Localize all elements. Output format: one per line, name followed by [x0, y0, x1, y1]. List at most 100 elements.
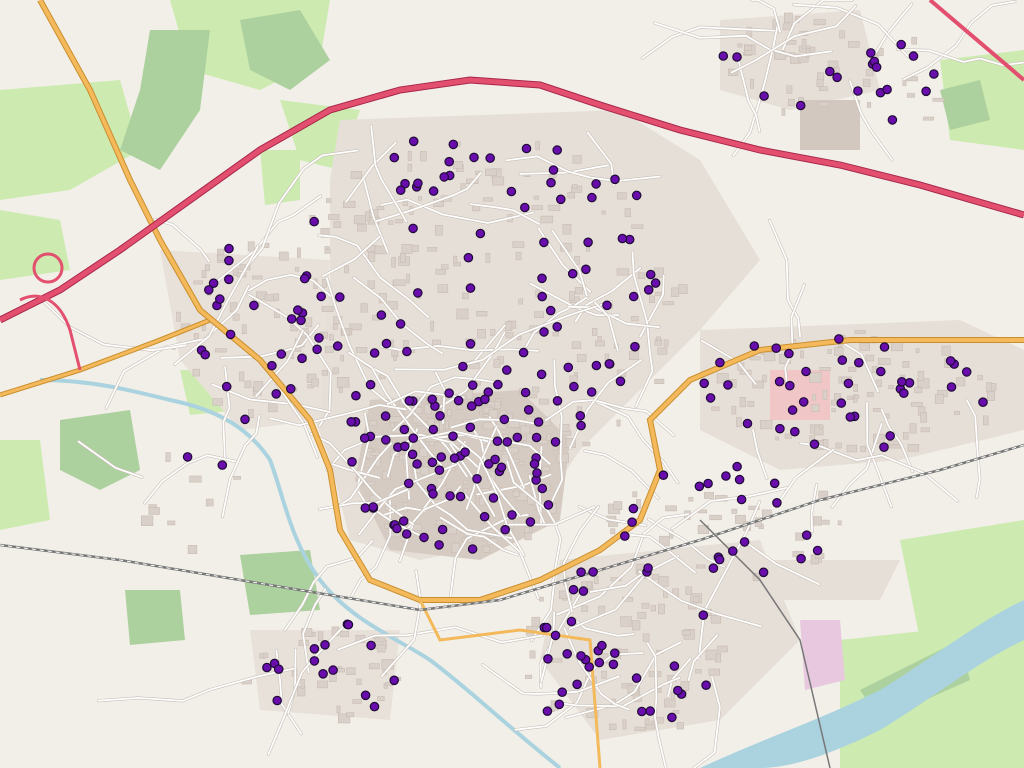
- poi-marker-icon[interactable]: [217, 460, 228, 470]
- poi-marker-icon[interactable]: [502, 437, 513, 447]
- poi-marker-icon[interactable]: [536, 369, 547, 380]
- poi-marker-icon[interactable]: [871, 62, 882, 72]
- poi-marker-icon[interactable]: [714, 554, 725, 565]
- poi-marker-icon[interactable]: [627, 517, 637, 527]
- poi-marker-icon[interactable]: [492, 436, 503, 446]
- poi-marker-icon[interactable]: [576, 567, 586, 577]
- poi-marker-icon[interactable]: [499, 414, 510, 425]
- poi-marker-icon[interactable]: [591, 179, 601, 189]
- poi-marker-icon[interactable]: [896, 39, 906, 50]
- poi-marker-icon[interactable]: [798, 397, 809, 407]
- poi-marker-icon[interactable]: [904, 377, 915, 388]
- poi-marker-icon[interactable]: [490, 454, 500, 465]
- poi-marker-icon[interactable]: [525, 517, 536, 527]
- poi-marker-icon[interactable]: [588, 567, 598, 577]
- poi-marker-icon[interactable]: [739, 537, 750, 547]
- poi-marker-icon[interactable]: [576, 651, 586, 661]
- poi-marker-icon[interactable]: [694, 481, 705, 492]
- poi-marker-icon[interactable]: [224, 274, 234, 285]
- poi-marker-icon[interactable]: [225, 329, 236, 340]
- poi-marker-icon[interactable]: [376, 310, 387, 320]
- poi-marker-icon[interactable]: [523, 404, 534, 415]
- poi-marker-icon[interactable]: [428, 489, 438, 499]
- poi-marker-icon[interactable]: [469, 152, 479, 163]
- poi-marker-icon[interactable]: [698, 610, 709, 620]
- poi-marker-icon[interactable]: [493, 379, 503, 390]
- poi-marker-icon[interactable]: [479, 511, 490, 522]
- poi-marker-icon[interactable]: [389, 675, 399, 686]
- poi-marker-icon[interactable]: [435, 410, 445, 421]
- poi-marker-icon[interactable]: [583, 237, 593, 248]
- poi-marker-icon[interactable]: [908, 51, 919, 61]
- poi-marker-icon[interactable]: [628, 291, 639, 302]
- poi-marker-icon[interactable]: [801, 530, 812, 540]
- poi-marker-icon[interactable]: [369, 348, 380, 358]
- poi-marker-icon[interactable]: [569, 381, 579, 392]
- poi-marker-icon[interactable]: [978, 397, 988, 407]
- poi-marker-icon[interactable]: [215, 294, 225, 304]
- poi-marker-icon[interactable]: [669, 661, 680, 671]
- poi-marker-icon[interactable]: [541, 622, 552, 633]
- poi-marker-icon[interactable]: [272, 695, 282, 706]
- poi-marker-icon[interactable]: [608, 659, 619, 670]
- poi-marker-icon[interactable]: [546, 177, 556, 188]
- poi-marker-icon[interactable]: [224, 255, 234, 266]
- poi-marker-icon[interactable]: [445, 491, 455, 501]
- poi-marker-icon[interactable]: [615, 376, 626, 387]
- poi-marker-icon[interactable]: [787, 405, 798, 415]
- poi-marker-icon[interactable]: [531, 432, 542, 443]
- poi-marker-icon[interactable]: [604, 358, 615, 369]
- poi-marker-icon[interactable]: [845, 412, 856, 422]
- poi-marker-icon[interactable]: [578, 586, 589, 596]
- poi-marker-icon[interactable]: [732, 461, 742, 472]
- poi-marker-icon[interactable]: [812, 545, 823, 556]
- poi-marker-icon[interactable]: [721, 471, 731, 481]
- poi-marker-icon[interactable]: [488, 493, 499, 503]
- poi-marker-icon[interactable]: [843, 378, 854, 389]
- poi-marker-icon[interactable]: [360, 690, 371, 701]
- poi-marker-icon[interactable]: [312, 344, 322, 355]
- poi-marker-icon[interactable]: [945, 356, 956, 366]
- poi-marker-icon[interactable]: [795, 100, 806, 111]
- poi-marker-icon[interactable]: [369, 701, 380, 712]
- poi-marker-icon[interactable]: [434, 540, 444, 550]
- poi-marker-icon[interactable]: [402, 346, 412, 357]
- poi-marker-icon[interactable]: [465, 338, 476, 349]
- poi-marker-icon[interactable]: [453, 395, 464, 406]
- poi-marker-icon[interactable]: [708, 563, 719, 573]
- poi-marker-icon[interactable]: [865, 48, 876, 58]
- poi-marker-icon[interactable]: [555, 194, 566, 205]
- poi-marker-icon[interactable]: [318, 668, 328, 679]
- poi-marker-icon[interactable]: [628, 503, 639, 514]
- poi-marker-icon[interactable]: [898, 388, 909, 398]
- poi-marker-icon[interactable]: [262, 662, 272, 673]
- poi-marker-icon[interactable]: [645, 269, 656, 280]
- poi-marker-icon[interactable]: [408, 433, 419, 443]
- poi-marker-icon[interactable]: [407, 449, 418, 460]
- poi-marker-icon[interactable]: [837, 355, 848, 365]
- poi-marker-icon[interactable]: [467, 544, 478, 554]
- poi-marker-icon[interactable]: [465, 422, 476, 433]
- poi-marker-icon[interactable]: [562, 648, 572, 659]
- poi-marker-icon[interactable]: [412, 288, 423, 298]
- poi-marker-icon[interactable]: [542, 706, 553, 716]
- poi-marker-icon[interactable]: [631, 673, 642, 683]
- poi-marker-icon[interactable]: [643, 563, 653, 573]
- poi-marker-icon[interactable]: [749, 341, 760, 351]
- poi-marker-icon[interactable]: [395, 319, 406, 329]
- poi-marker-icon[interactable]: [550, 437, 561, 447]
- poi-marker-icon[interactable]: [506, 186, 517, 197]
- poi-marker-icon[interactable]: [584, 662, 594, 672]
- poi-marker-icon[interactable]: [408, 223, 418, 234]
- poi-marker-icon[interactable]: [249, 300, 259, 311]
- poi-marker-icon[interactable]: [360, 503, 371, 513]
- poi-marker-icon[interactable]: [449, 453, 460, 463]
- poi-marker-icon[interactable]: [395, 185, 406, 195]
- poi-marker-icon[interactable]: [537, 291, 547, 302]
- poi-marker-icon[interactable]: [545, 305, 556, 316]
- poi-marker-icon[interactable]: [610, 174, 620, 185]
- poi-marker-icon[interactable]: [286, 314, 297, 324]
- poi-marker-icon[interactable]: [368, 502, 378, 512]
- poi-marker-icon[interactable]: [643, 284, 654, 295]
- poi-marker-icon[interactable]: [554, 699, 565, 710]
